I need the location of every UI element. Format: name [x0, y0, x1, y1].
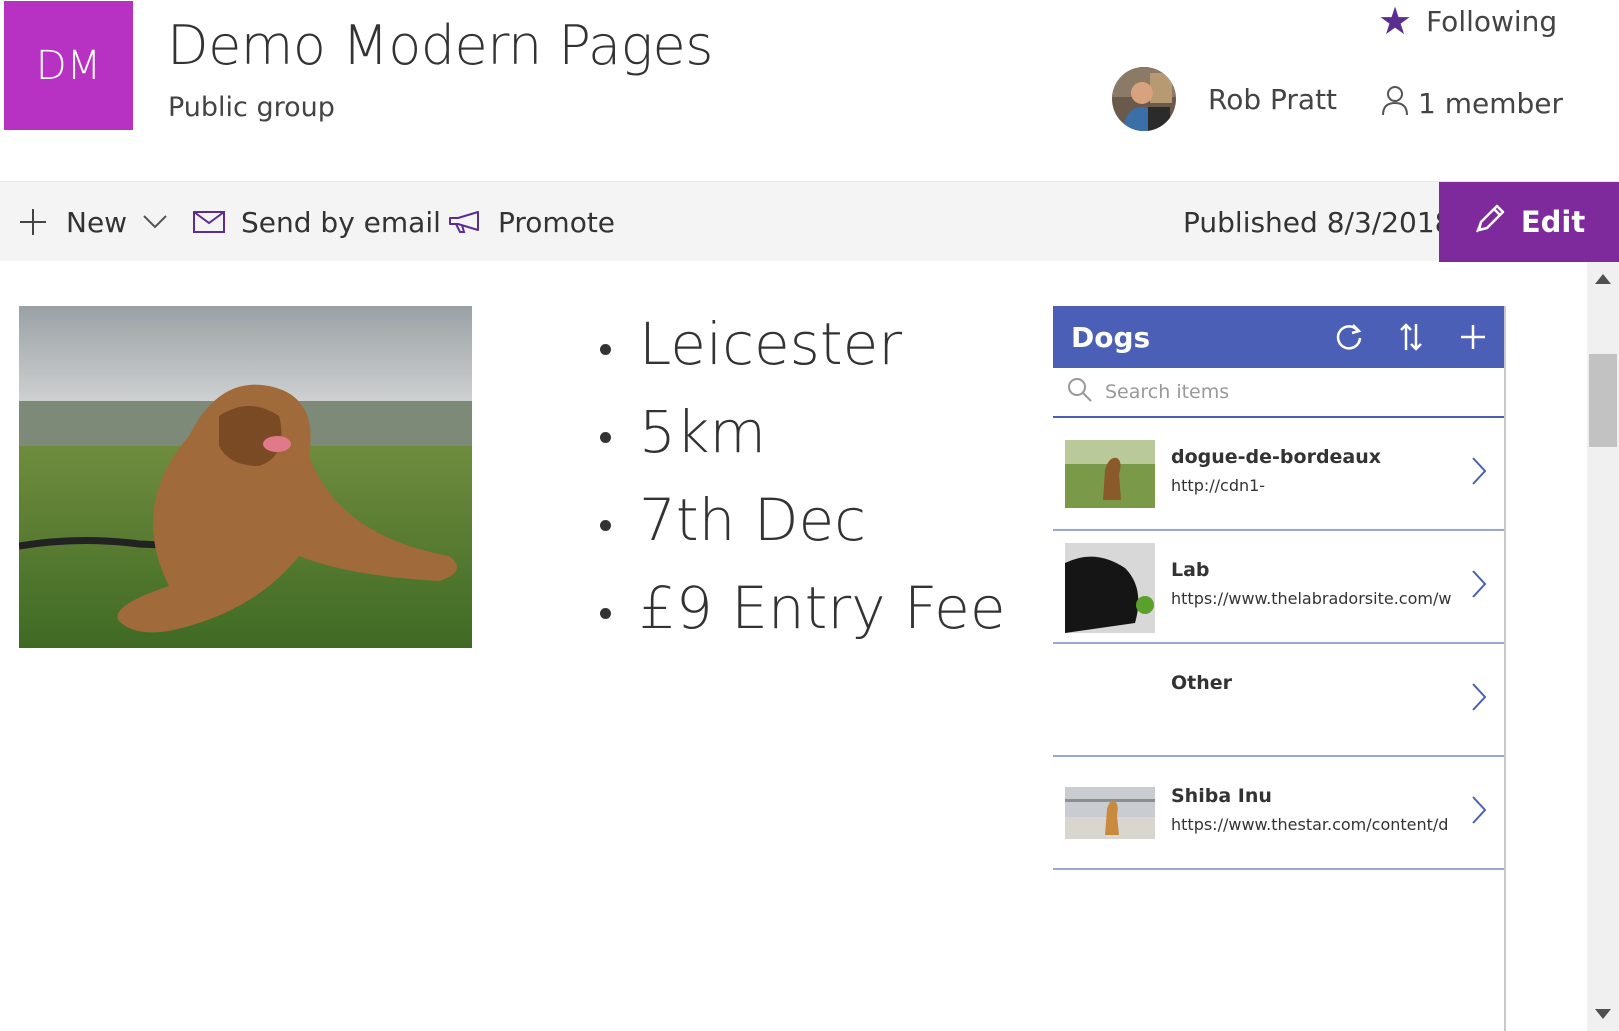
avatar: [1112, 67, 1176, 131]
chevron-right-icon[interactable]: [1471, 456, 1487, 491]
promote-button[interactable]: Promote: [448, 182, 615, 262]
event-facts-list: Leicester 5km 7th Dec £9 Entry Fee: [600, 300, 1006, 652]
chevron-right-icon[interactable]: [1471, 682, 1487, 717]
gallery-item-dogue-de-bordeaux[interactable]: dogue-de-bordeaux http://cdn1-: [1053, 418, 1504, 531]
chevron-right-icon[interactable]: [1471, 569, 1487, 604]
following-button[interactable]: ★ Following: [1378, 2, 1557, 40]
sort-icon[interactable]: [1380, 306, 1442, 368]
published-date: Published 8/3/2018: [1183, 205, 1453, 239]
app-header: Dogs: [1053, 306, 1504, 368]
list-item: £9 Entry Fee: [600, 564, 1006, 652]
item-title: Shiba Inu: [1171, 785, 1272, 807]
fact-text: 5km: [639, 398, 766, 466]
scroll-down-arrow-icon[interactable]: [1595, 1009, 1611, 1019]
add-item-icon[interactable]: [1442, 306, 1504, 368]
command-bar: New Send by email Promote Published 8/3/…: [0, 181, 1619, 262]
star-icon: ★: [1378, 0, 1413, 43]
chevron-right-icon[interactable]: [1471, 795, 1487, 830]
members-button[interactable]: 1 member: [1380, 84, 1563, 123]
edit-label: Edit: [1520, 205, 1586, 239]
plus-icon: [18, 207, 48, 237]
scroll-thumb[interactable]: [1589, 354, 1617, 447]
send-by-email-button[interactable]: Send by email: [193, 182, 441, 262]
page-scrollbar[interactable]: [1587, 262, 1619, 1031]
item-subtitle: https://www.thelabradorsite.com/w: [1171, 589, 1452, 608]
dog-thumbnail: [1065, 440, 1155, 508]
refresh-icon[interactable]: [1318, 306, 1380, 368]
search-input[interactable]: [1105, 381, 1465, 403]
gallery-item-shiba-inu[interactable]: Shiba Inu https://www.thestar.com/conten…: [1053, 757, 1504, 870]
site-privacy-label: Public group: [168, 92, 335, 123]
gallery-item-other[interactable]: Other: [1053, 644, 1504, 757]
dogs-app-panel: Dogs dogue-de-bordeaux http://cdn1- Lab: [1053, 306, 1506, 1031]
item-subtitle: https://www.thestar.com/content/d: [1171, 815, 1449, 834]
search-icon: [1067, 377, 1093, 408]
site-title[interactable]: Demo Modern Pages: [167, 14, 713, 77]
gallery-item-lab[interactable]: Lab https://www.thelabradorsite.com/w: [1053, 531, 1504, 644]
group-owner[interactable]: Rob Pratt: [1112, 67, 1337, 131]
following-label: Following: [1426, 4, 1558, 38]
search-box[interactable]: [1053, 368, 1504, 418]
site-logo-initials: DM: [35, 42, 102, 89]
edit-button[interactable]: Edit: [1439, 182, 1619, 262]
fact-text: Leicester: [639, 310, 903, 378]
dog-thumbnail: [1065, 543, 1155, 633]
item-title: Other: [1171, 672, 1233, 694]
person-icon: [1380, 84, 1410, 123]
item-subtitle: http://cdn1-: [1171, 476, 1266, 495]
promote-label: Promote: [498, 205, 616, 239]
hero-dog-image: [19, 306, 472, 648]
fact-text: £9 Entry Fee: [639, 574, 1006, 642]
item-title: dogue-de-bordeaux: [1171, 446, 1382, 468]
list-item: 7th Dec: [600, 476, 1006, 564]
pencil-icon: [1473, 202, 1507, 243]
dog-thumbnail: [1065, 787, 1155, 839]
owner-name: Rob Pratt: [1208, 82, 1338, 116]
list-item: 5km: [600, 388, 1006, 476]
new-label: New: [66, 205, 128, 239]
list-item: Leicester: [600, 300, 1006, 388]
fact-text: 7th Dec: [639, 486, 867, 554]
members-label: 1 member: [1418, 87, 1564, 120]
send-by-email-label: Send by email: [241, 205, 441, 239]
site-logo[interactable]: DM: [4, 1, 133, 130]
chevron-down-icon: [143, 215, 167, 229]
app-title: Dogs: [1071, 320, 1151, 354]
scroll-up-arrow-icon[interactable]: [1595, 274, 1611, 284]
item-title: Lab: [1171, 559, 1210, 581]
megaphone-icon: [448, 210, 482, 234]
new-button[interactable]: New: [18, 182, 167, 262]
mail-icon: [193, 211, 225, 233]
